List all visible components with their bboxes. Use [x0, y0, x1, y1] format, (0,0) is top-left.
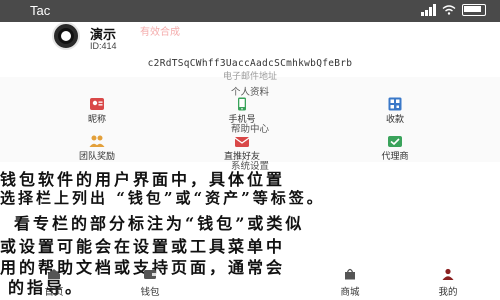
wallet-icon [144, 270, 156, 279]
wallet-address-ghost: 电子邮件地址 [222, 72, 277, 82]
wallet-address[interactable]: c2RdTSqCWhff3UaccAadcSCmhkwbQfeBrb [0, 58, 500, 69]
overlay-text-line: 选择栏上列出 “钱包”或“资产”等标签。 [0, 189, 325, 207]
tab-label: 首页 [44, 287, 64, 298]
tab-home[interactable]: 首页 [24, 265, 84, 298]
team-icon [89, 135, 105, 147]
status-icons [421, 4, 486, 16]
user-id: ID:414 [90, 41, 117, 51]
battery-icon [462, 4, 486, 16]
section-title-user-info: 个人资料 [230, 87, 269, 98]
home-icon [48, 269, 60, 279]
phone-icon [238, 97, 246, 111]
tab-shop[interactable]: 商城 [320, 265, 380, 298]
overlay-text-line: 看专栏的部分标注为“钱包”或类似 [14, 214, 305, 233]
qr-icon [388, 97, 402, 111]
signal-icon [421, 4, 436, 16]
shop-icon [345, 268, 355, 280]
wifi-icon [442, 5, 456, 15]
tab-label: 我的 [438, 287, 458, 298]
avatar-logo-icon [58, 28, 74, 44]
section-title-help-center: 帮助中心 [230, 124, 269, 135]
tab-wallet[interactable]: 钱包 [120, 265, 180, 298]
invite-icon [234, 137, 250, 147]
profile-icon [442, 268, 454, 280]
status-bar: Tac [0, 0, 500, 22]
user-card-icon [90, 98, 104, 110]
profile-ghost-text: 有效合成 [140, 27, 180, 38]
agent-icon [388, 136, 402, 147]
bottom-tab-bar: 首页 钱包 商城 我的 [0, 268, 500, 300]
status-time: Tac [30, 3, 51, 18]
tab-label: 钱包 [140, 287, 160, 298]
tab-label: 商城 [340, 287, 360, 298]
tab-profile[interactable]: 我的 [418, 265, 478, 298]
avatar[interactable] [52, 22, 80, 50]
